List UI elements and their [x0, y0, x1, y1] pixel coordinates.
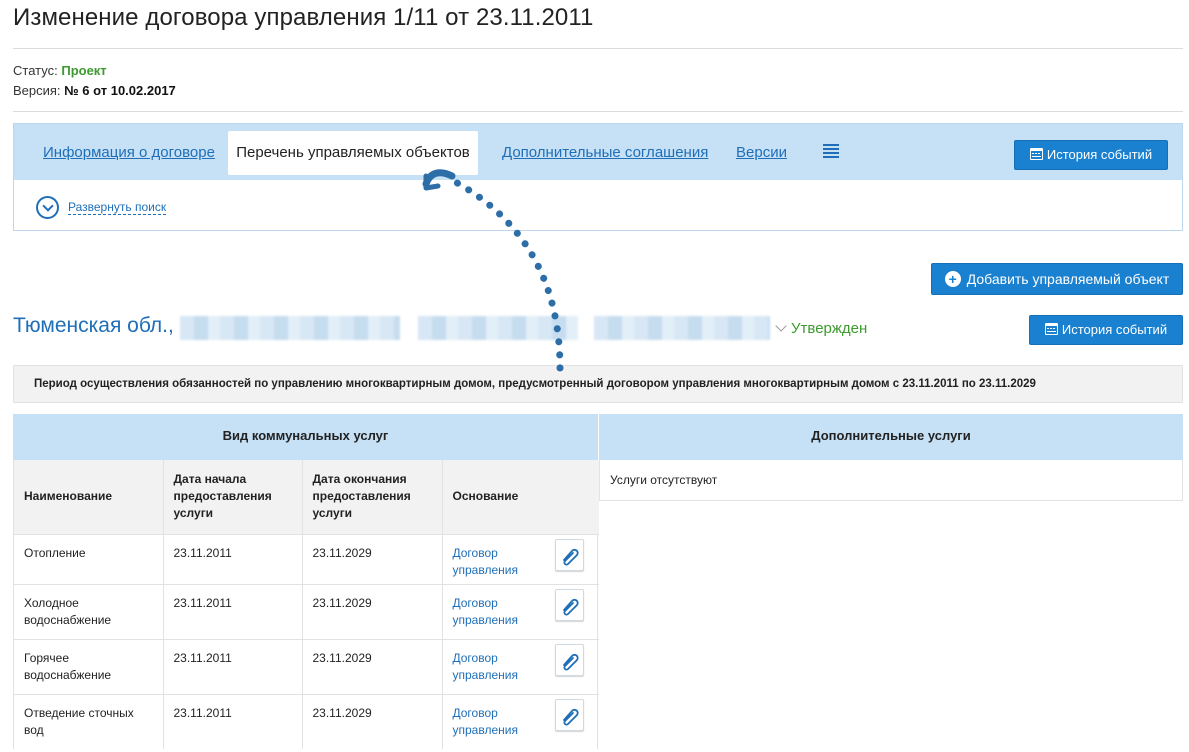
service-name: Холодное водоснабжение [14, 583, 164, 639]
service-end-date: 23.11.2029 [302, 583, 443, 639]
service-end-date: 23.11.2029 [302, 638, 443, 694]
version-label: Версия: [13, 83, 61, 98]
tab-additional-agreements[interactable]: Дополнительные соглашения [502, 144, 708, 161]
chevron-down-icon [775, 320, 787, 332]
service-basis: Договор управления [442, 638, 599, 694]
table-header-row: Наименование Дата начала предоставления … [14, 460, 599, 534]
list-menu-icon[interactable] [823, 144, 839, 158]
column-header: Основание [442, 460, 599, 534]
tab-contract-info[interactable]: Информация о договоре [43, 144, 215, 161]
service-basis: Договор управления [442, 583, 599, 639]
service-end-date: 23.11.2029 [302, 693, 443, 749]
tabs-panel: Информация о договоре Перечень управляем… [13, 123, 1183, 231]
table-row: Горячее водоснабжение 23.11.2011 23.11.2… [14, 638, 599, 694]
service-start-date: 23.11.2011 [163, 583, 303, 639]
service-basis: Договор управления [442, 693, 599, 749]
extra-services-empty: Услуги отсутствуют [599, 460, 1183, 501]
basis-link[interactable]: Договор управления [453, 705, 533, 739]
attachment-button[interactable] [555, 538, 584, 571]
attachment-button[interactable] [555, 643, 584, 676]
column-header: Наименование [14, 460, 164, 534]
version-line: Версия: № 6 от 10.02.2017 [13, 83, 176, 98]
column-header: Дата начала предоставления услуги [163, 460, 303, 534]
redacted-address [180, 316, 400, 340]
extra-services-header: Дополнительные услуги [599, 414, 1183, 460]
service-start-date: 23.11.2011 [163, 533, 303, 584]
period-info: Период осуществления обязанностей по упр… [13, 365, 1183, 403]
service-basis: Договор управления [442, 533, 599, 584]
basis-link[interactable]: Договор управления [453, 650, 533, 684]
history-events-button[interactable]: История событий [1014, 140, 1168, 170]
object-history-button[interactable]: История событий [1029, 315, 1183, 345]
expand-search-link[interactable]: Развернуть поиск [68, 200, 167, 215]
page-title: Изменение договора управления 1/11 от 23… [13, 4, 594, 31]
object-region: Тюменская обл., [13, 314, 174, 337]
paperclip-icon [563, 548, 579, 565]
status-value: Проект [61, 63, 107, 78]
utilities-table: Наименование Дата начала предоставления … [13, 460, 599, 749]
version-value: № 6 от 10.02.2017 [64, 83, 176, 98]
table-row: Отведение сточных вод 23.11.2011 23.11.2… [14, 693, 599, 749]
object-status[interactable]: Утвержден [775, 320, 868, 337]
tab-managed-objects[interactable]: Перечень управляемых объектов [228, 131, 478, 175]
service-name: Горячее водоснабжение [14, 638, 164, 694]
column-header: Дата окончания предоставления услуги [302, 460, 443, 534]
status-line: Статус: Проект [13, 63, 107, 78]
object-status-label: Утвержден [791, 320, 868, 337]
calendar-icon [1044, 323, 1058, 335]
attachment-button[interactable] [555, 588, 584, 621]
paperclip-icon [563, 708, 579, 725]
service-end-date: 23.11.2029 [302, 533, 443, 584]
history-events-label: История событий [1046, 147, 1153, 162]
plus-circle-icon: + [944, 271, 961, 287]
service-start-date: 23.11.2011 [163, 693, 303, 749]
attachment-button[interactable] [555, 698, 584, 731]
redacted-address [594, 316, 770, 340]
tab-bar: Информация о договоре Перечень управляем… [14, 124, 1182, 180]
calendar-icon [1029, 148, 1043, 160]
table-row: Отопление 23.11.2011 23.11.2029 Договор … [14, 533, 599, 584]
status-label: Статус: [13, 63, 58, 78]
expand-circle-icon[interactable] [36, 196, 59, 219]
table-row: Холодное водоснабжение 23.11.2011 23.11.… [14, 583, 599, 639]
object-history-label: История событий [1061, 322, 1168, 337]
paperclip-icon [563, 653, 579, 670]
utilities-header: Вид коммунальных услуг [13, 414, 598, 460]
basis-link[interactable]: Договор управления [453, 545, 533, 579]
basis-link[interactable]: Договор управления [453, 595, 533, 629]
service-name: Отведение сточных вод [14, 693, 164, 749]
tab-versions[interactable]: Версии [736, 144, 787, 161]
service-start-date: 23.11.2011 [163, 638, 303, 694]
divider [13, 48, 1183, 49]
divider [13, 111, 1183, 112]
add-managed-object-label: Добавить управляемый объект [966, 271, 1170, 287]
redacted-address [418, 316, 578, 340]
add-managed-object-button[interactable]: + Добавить управляемый объект [931, 263, 1183, 295]
service-name: Отопление [14, 533, 164, 584]
paperclip-icon [563, 598, 579, 615]
